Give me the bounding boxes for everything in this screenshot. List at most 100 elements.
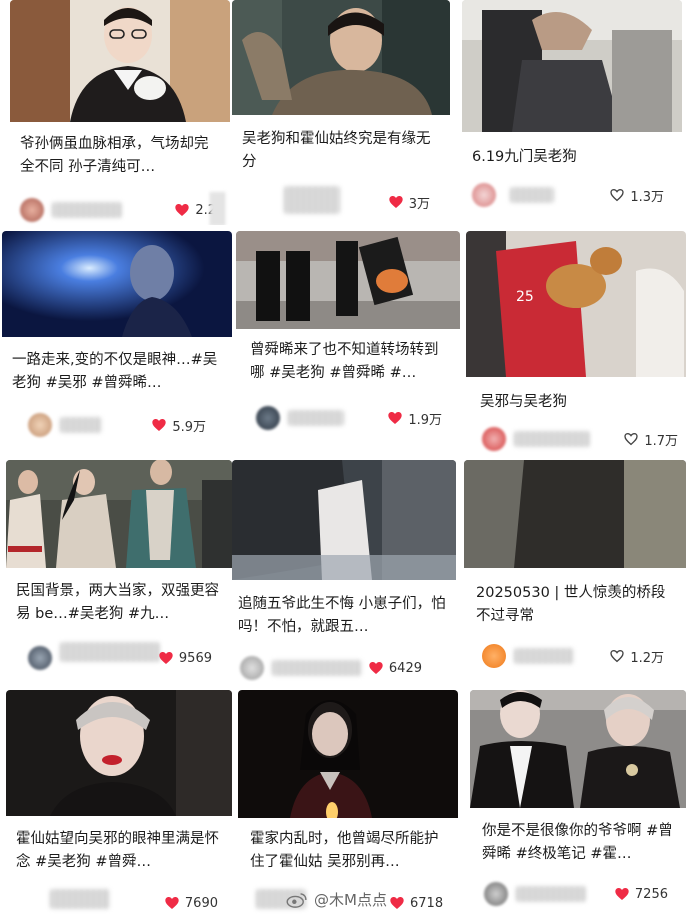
heart-outline-icon: [610, 188, 624, 202]
author-name-blurred[interactable]: [52, 202, 122, 218]
note-meta: 5.9万: [12, 413, 224, 437]
note-card-1[interactable]: 爷孙俩虽血脉相承，气场却完全不同 孙子清纯可… 2.2: [10, 0, 230, 225]
author-avatar[interactable]: [28, 646, 52, 670]
like-button[interactable]: 6718: [389, 892, 443, 914]
author-name-blurred[interactable]: [284, 186, 340, 214]
note-title[interactable]: 吴老狗和霍仙姑终究是有缘无分: [242, 128, 442, 174]
note-card-9[interactable]: 20250530 | 世人惊羡的桥段不过寻常 1.2万: [464, 460, 686, 682]
note-title[interactable]: 20250530 | 世人惊羡的桥段不过寻常: [476, 582, 678, 628]
note-card-11[interactable]: 霍家内乱时，他曾竭尽所能护住了霍仙姑 吴邪别再…: [238, 690, 458, 918]
thumbnail[interactable]: [232, 460, 456, 580]
note-title[interactable]: 吴邪与吴老狗: [480, 391, 678, 414]
author-name-blurred[interactable]: [60, 642, 160, 662]
note-meta: 3万: [242, 186, 442, 214]
thumbnail-photo: [470, 690, 686, 808]
heart-filled-icon: [389, 196, 403, 208]
author-avatar[interactable]: [484, 882, 508, 906]
author-avatar[interactable]: [240, 656, 264, 680]
like-button[interactable]: 1.2万: [609, 645, 664, 667]
thumbnail[interactable]: [232, 0, 450, 115]
author-avatar[interactable]: [482, 644, 506, 668]
watermark: @木M点点: [286, 889, 387, 910]
author-name-blurred[interactable]: [516, 886, 586, 902]
heart-filled-icon: [175, 204, 189, 216]
like-count: 9569: [178, 650, 212, 666]
heart-filled-icon: [165, 897, 179, 909]
note-card-8[interactable]: 追随五爷此生不悔 小崽子们，怕吗！不怕，就跟五… 6429: [232, 460, 456, 682]
like-count: 6429: [388, 660, 422, 676]
note-title[interactable]: 你是不是很像你的爷爷啊 #曾舜晞 #终极笔记 #霍…: [482, 820, 678, 866]
like-button[interactable]: 7256: [614, 883, 668, 905]
like-button[interactable]: 1.3万: [609, 184, 664, 206]
author-name-blurred[interactable]: [510, 187, 554, 203]
author-name-blurred[interactable]: [272, 660, 362, 676]
like-button[interactable]: 6429: [368, 657, 422, 679]
author-avatar[interactable]: [256, 406, 280, 430]
heart-outline-icon: [610, 649, 624, 663]
thumbnail[interactable]: [10, 0, 230, 122]
thumbnail-photo: 25: [466, 231, 686, 377]
note-card-7[interactable]: 民国背景，两大当家，双强更容易 be…#吴老狗 #九… 9569: [6, 460, 232, 682]
note-meta: 7690: [30, 889, 224, 915]
like-count: 6718: [410, 895, 444, 911]
svg-text:25: 25: [516, 289, 534, 305]
thumbnail-photo: [232, 460, 456, 580]
like-button[interactable]: 1.7万: [623, 428, 678, 450]
note-title[interactable]: 追随五爷此生不悔 小崽子们，怕吗！不怕，就跟五…: [238, 593, 448, 639]
note-meta: 9569: [28, 642, 224, 670]
heart-filled-icon: [369, 662, 383, 674]
like-button[interactable]: 1.9万: [387, 407, 442, 429]
like-count: 1.2万: [630, 650, 664, 666]
note-meta: 1.9万: [256, 406, 452, 430]
note-title[interactable]: 6.19九门吴老狗: [472, 146, 674, 169]
author-name-blurred[interactable]: [50, 889, 110, 909]
author-name-blurred[interactable]: [288, 410, 344, 426]
author-name-blurred[interactable]: [514, 648, 574, 664]
note-card-10[interactable]: 霍仙姑望向吴邪的眼神里满是怀念 #吴老狗 #曾舜… 7690: [6, 690, 232, 918]
author-name-blurred[interactable]: [514, 431, 590, 447]
note-title[interactable]: 霍家内乱时，他曾竭尽所能护住了霍仙姑 吴邪别再…: [250, 828, 450, 874]
thumbnail-photo: [6, 690, 232, 816]
note-title[interactable]: 一路走来,变的不仅是眼神…#吴老狗 #吴邪 #曾舜晞…: [12, 349, 224, 395]
like-count: 3万: [408, 196, 430, 212]
like-button[interactable]: 9569: [158, 647, 212, 669]
thumbnail[interactable]: [238, 690, 458, 818]
note-card-2[interactable]: 吴老狗和霍仙姑终究是有缘无分 3万: [232, 0, 450, 225]
like-button[interactable]: 3万: [388, 191, 430, 213]
note-title[interactable]: 民国背景，两大当家，双强更容易 be…#吴老狗 #九…: [16, 580, 224, 626]
thumbnail[interactable]: [6, 690, 232, 816]
note-meta: 6429: [240, 656, 448, 680]
like-count: 7256: [634, 886, 668, 902]
note-card-4[interactable]: 一路走来,变的不仅是眼神…#吴老狗 #吴邪 #曾舜晞… 5.9万: [2, 231, 232, 453]
author-avatar[interactable]: [482, 427, 506, 451]
note-card-3[interactable]: 6.19九门吴老狗 1.3万: [462, 0, 682, 225]
thumbnail-photo: [464, 460, 686, 568]
thumbnail[interactable]: [236, 231, 460, 329]
weibo-logo-icon: [286, 892, 307, 908]
thumbnail[interactable]: [464, 460, 686, 568]
note-card-6[interactable]: 25 吴邪与吴老狗 1.7万: [466, 231, 686, 453]
note-meta: 7256: [484, 882, 678, 906]
thumbnail[interactable]: [2, 231, 232, 337]
note-title[interactable]: 霍仙姑望向吴邪的眼神里满是怀念 #吴老狗 #曾舜…: [16, 828, 224, 874]
thumbnail[interactable]: [462, 0, 682, 132]
author-name-blurred[interactable]: [60, 417, 102, 433]
thumbnail[interactable]: 25: [466, 231, 686, 377]
author-avatar[interactable]: [28, 413, 52, 437]
author-avatar[interactable]: [20, 198, 44, 222]
like-button[interactable]: 7690: [164, 892, 218, 914]
heart-filled-icon: [388, 412, 402, 424]
like-button[interactable]: 5.9万: [151, 414, 206, 436]
note-title[interactable]: 爷孙俩虽血脉相承，气场却完全不同 孙子清纯可…: [20, 133, 222, 179]
like-count: 1.7万: [644, 433, 678, 449]
note-card-5[interactable]: 曾舜晞来了也不知道转场转到哪 #吴老狗 #曾舜晞 #… 1.9万: [236, 231, 460, 453]
note-title[interactable]: 曾舜晞来了也不知道转场转到哪 #吴老狗 #曾舜晞 #…: [250, 339, 452, 385]
thumbnail[interactable]: [6, 460, 232, 568]
heart-filled-icon: [615, 888, 629, 900]
thumbnail-photo: [236, 231, 460, 329]
note-meta: 1.2万: [482, 644, 678, 668]
author-avatar[interactable]: [472, 183, 496, 207]
like-count: 5.9万: [172, 419, 206, 435]
thumbnail[interactable]: [470, 690, 686, 808]
note-card-12[interactable]: 你是不是很像你的爷爷啊 #曾舜晞 #终极笔记 #霍… 7256: [470, 690, 686, 918]
